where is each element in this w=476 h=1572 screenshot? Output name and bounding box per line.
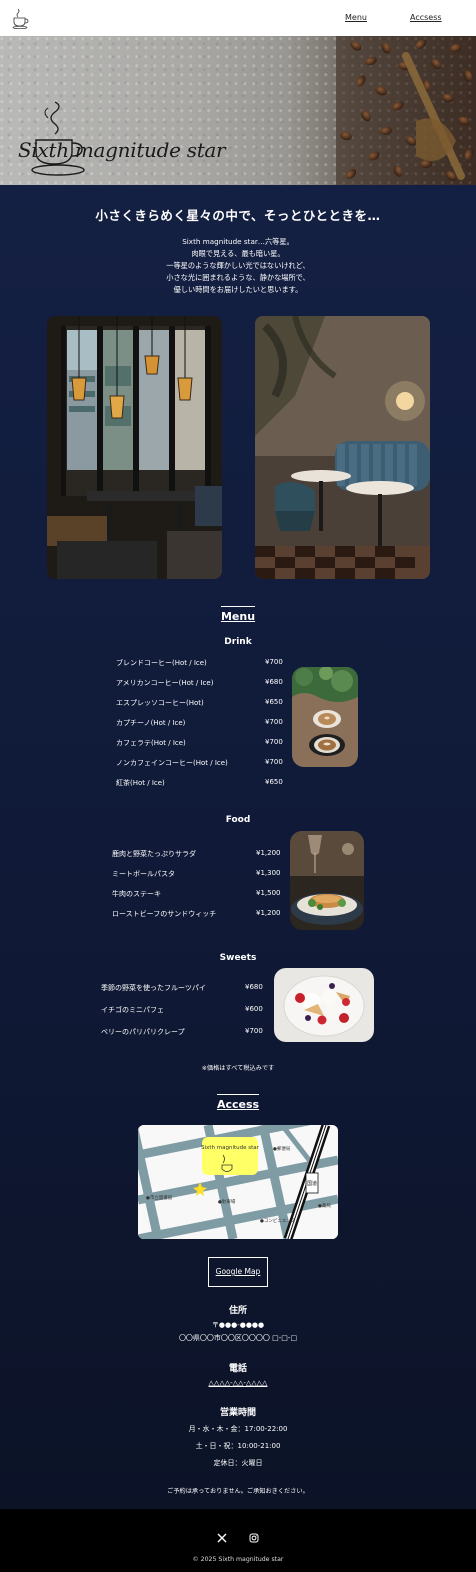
map-shop-name: Sixth magnitude star (201, 1145, 260, 1151)
food-title: Food (225, 815, 251, 825)
reservation-note: ご予約は承っておりません。ご承知おきください。 (167, 1488, 309, 1495)
nav-menu-link[interactable]: Menu (345, 13, 367, 22)
food-photo (290, 831, 364, 930)
cafe-interior-photo-1 (47, 316, 222, 579)
nav-access-link[interactable]: Accsess (410, 13, 442, 22)
map-label: ●郵便局 (273, 1145, 291, 1152)
menu-item-price: ¥680 (265, 678, 283, 686)
menu-item-name: 紅茶(Hot / Ice) (116, 779, 165, 787)
hours-line: 土・日・祝：10:00-21:00 (195, 1442, 281, 1450)
hours-line: 月・水・木・金：17:00-22:00 (188, 1425, 288, 1433)
menu-item-price: ¥1,200 (256, 849, 281, 857)
google-map-button[interactable]: Google Map (208, 1257, 268, 1287)
intro-line: Sixth magnitude star…六等星。 (182, 237, 294, 246)
menu-item-name: 鹿肉と野菜たっぷりサラダ (112, 850, 196, 858)
phone-title: 電話 (228, 1364, 247, 1374)
drink-title: Drink (224, 637, 252, 647)
intro-text: Sixth magnitude star…六等星。 肉眼で見える、最も暗い星。 … (0, 236, 476, 296)
closed-day: 定休日：火曜日 (213, 1459, 263, 1467)
site-footer: X instagram © 2025 Sixth magnitude star (0, 1509, 476, 1572)
menu-item-name: カフェラテ(Hot / Ice) (116, 739, 186, 747)
hero-title: Sixth magnitude star (18, 138, 226, 162)
hours-title: 営業時間 (219, 1408, 256, 1418)
menu-item-name: ローストビーフのサンドウィッチ (112, 910, 217, 918)
tax-note: ※価格はすべて税込みです (201, 1065, 275, 1072)
menu-item-price: ¥1,200 (256, 909, 281, 917)
x-twitter-icon[interactable]: X (217, 1533, 227, 1543)
postal-code: 〒●●●-●●●● (211, 1321, 265, 1329)
menu-item-name: 季節の野菜を使ったフルーツパイ (101, 984, 206, 992)
menu-item-price: ¥650 (265, 698, 283, 706)
address-title: 住所 (228, 1306, 247, 1316)
menu-item-price: ¥600 (245, 1005, 263, 1013)
menu-item-name: アメリカンコーヒー(Hot / Ice) (116, 679, 214, 687)
phone-number[interactable]: △△△△-△△-△△△△ (0, 1379, 476, 1387)
map-label: ●駐車場 (218, 1198, 236, 1205)
menu-heading: Menu (220, 606, 256, 623)
menu-item-price: ¥700 (265, 718, 283, 726)
catch-copy: 小さくきらめく星々の中で、そっとひとときを… (95, 208, 381, 223)
intro-line: 一等星のような輝かしい光ではないけれど、 (166, 261, 310, 270)
drink-photo (292, 667, 358, 767)
menu-section-title: Menu (0, 606, 476, 623)
cafe-photos (0, 316, 476, 596)
menu-item-name: ミートボールパスタ (112, 870, 175, 878)
access-heading: Access (216, 1094, 260, 1111)
food-list: 鹿肉と野菜たっぷりサラダ ¥1,200 ミートボールパスタ ¥1,300 牛肉の… (0, 825, 476, 935)
map-road-label: 国道 (307, 1180, 317, 1187)
drink-list: ブレンドコーヒー(Hot / Ice) ¥700 アメリカンコーヒー(Hot /… (0, 647, 476, 797)
map-label: ●薬局 (318, 1202, 331, 1209)
hero-banner: Sixth magnitude star (0, 36, 476, 185)
intro-line: 肉眼で見える、最も暗い星。 (191, 249, 285, 258)
access-map[interactable]: 国道 Sixth magnitude star ●郵便局 ●市立図書館 ●駐車場… (138, 1125, 338, 1239)
menu-item-price: ¥650 (265, 778, 283, 786)
menu-item-price: ¥680 (245, 983, 263, 991)
intro-line: 小さな光に囲まれるような、静かな場所で、 (166, 273, 310, 282)
coffee-cup-logo-icon[interactable] (12, 7, 30, 29)
map-label: ●コンビニエンス (260, 1217, 296, 1224)
cafe-interior-photo-2 (255, 316, 430, 579)
menu-item-price: ¥1,500 (256, 889, 281, 897)
main-content: 小さくきらめく星々の中で、そっとひとときを… Sixth magnitude s… (0, 185, 476, 1509)
menu-item-name: ブレンドコーヒー(Hot / Ice) (116, 659, 207, 667)
map-label: ●市立図書館 (146, 1194, 173, 1201)
menu-item-price: ¥1,300 (256, 869, 281, 877)
menu-item-name: ベリーのパリパリクレープ (101, 1028, 185, 1036)
menu-item-price: ¥700 (265, 738, 283, 746)
menu-item-name: 牛肉のステーキ (112, 890, 161, 898)
coffee-beans-image (336, 36, 476, 185)
menu-item-price: ¥700 (265, 758, 283, 766)
menu-item-name: エスプレッソコーヒー(Hot) (116, 699, 204, 707)
address-text: 〇〇県〇〇市〇〇区〇〇〇〇 □-□-□ (178, 1334, 298, 1342)
menu-item-price: ¥700 (245, 1027, 263, 1035)
menu-item-price: ¥700 (265, 658, 283, 666)
menu-item-name: イチゴのミニパフェ (101, 1006, 164, 1014)
menu-item-name: ノンカフェインコーヒー(Hot / Ice) (116, 759, 228, 767)
menu-item-name: カプチーノ(Hot / Ice) (116, 719, 186, 727)
sweets-title: Sweets (219, 953, 257, 963)
copyright-text: © 2025 Sixth magnitude star (192, 1556, 284, 1563)
site-header: Menu Accsess (0, 0, 476, 36)
access-section-title: Access (0, 1094, 476, 1111)
intro-line: 優しい時間をお届けしたいと思います。 (173, 285, 303, 294)
sweets-photo (274, 968, 374, 1042)
sweets-list: 季節の野菜を使ったフルーツパイ ¥680 イチゴのミニパフェ ¥600 ベリーの… (0, 963, 476, 1053)
instagram-icon[interactable]: instagram (249, 1533, 259, 1543)
